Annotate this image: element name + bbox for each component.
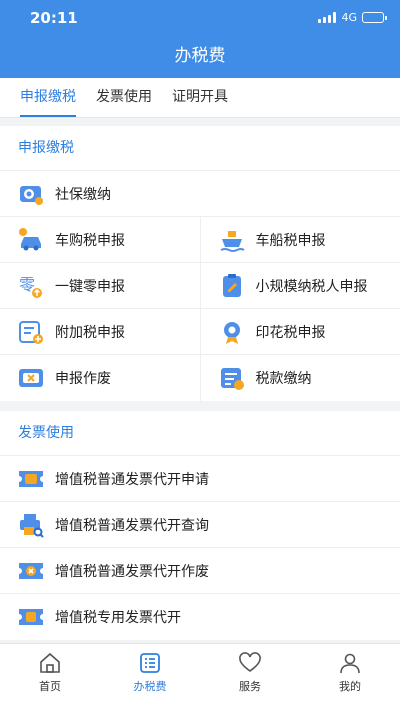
item-vehicle-purchase-tax[interactable]: 车购税申报 [0,217,200,262]
nav-label: 服务 [239,680,261,693]
list-row: 增值税普通发票代开查询 [0,502,400,548]
tab-certificate[interactable]: 证明开具 [164,78,236,117]
nav-tax[interactable]: 办税费 [100,644,200,711]
network-type: 4G [341,11,357,24]
item-label: 一键零申报 [55,278,125,295]
item-social-insurance[interactable]: 社保缴纳 [0,171,400,216]
list-row: 车购税申报 车船税申报 [0,217,400,263]
item-tax-payment[interactable]: 税款缴纳 [199,355,400,401]
nav-mine[interactable]: 我的 [300,644,400,711]
item-vehicle-vessel-tax[interactable]: 车船税申报 [199,217,400,262]
void-icon [19,369,43,387]
status-time: 20:11 [30,9,78,27]
item-label: 增值税普通发票代开申请 [55,471,209,488]
nav-home[interactable]: 首页 [0,644,100,711]
stamp-icon [223,321,240,344]
tab-bar: 申报缴税 发票使用 证明开具 [0,78,400,118]
list-row: 社保缴纳 [0,171,400,217]
list-icon [140,653,160,673]
item-vat-special-issue[interactable]: 增值税专用发票代开 [0,594,400,640]
item-vat-issue-void[interactable]: 增值税普通发票代开作废 [0,548,400,593]
main-content: 申报缴税 社保缴纳 车购税申报 车船税申报 零 一键零申报 小规模纳税人申报 附… [0,126,400,650]
home-icon [40,652,60,673]
tab-declare[interactable]: 申报缴税 [12,78,84,117]
section-invoice: 发票使用 增值税普通发票代开申请 增值税普通发票代开查询 增值税普通发票代开作废… [0,411,400,640]
item-label: 税款缴纳 [255,371,312,387]
status-right: 4G [318,11,387,24]
car-icon [19,227,41,250]
item-label: 附加税申报 [55,324,125,341]
status-bar: 20:11 4G [0,0,400,34]
social-insurance-icon [20,185,43,205]
nav-label: 首页 [39,680,61,693]
special-ticket-icon [19,609,43,625]
item-label: 车船税申报 [255,232,326,249]
battery-icon [362,12,387,23]
list-row: 附加税申报 印花税申报 [0,309,400,355]
ticket-void-icon [19,562,43,579]
clipboard-icon [222,273,241,297]
tax-bill-icon [220,368,244,390]
zero-declare-icon: 零 [19,275,42,298]
item-label: 车购税申报 [55,232,125,249]
item-surtax[interactable]: 附加税申报 [0,309,200,354]
list-row: 增值税专用发票代开 [0,594,400,640]
item-label: 申报作废 [55,371,111,387]
item-vat-issue-query[interactable]: 增值税普通发票代开查询 [0,502,400,547]
item-zero-declaration[interactable]: 零 一键零申报 [0,263,200,308]
ticket-icon [19,470,43,487]
tab-invoice[interactable]: 发票使用 [88,78,160,117]
list-row: 零 一键零申报 小规模纳税人申报 [0,263,400,309]
item-vat-issue-apply[interactable]: 增值税普通发票代开申请 [0,456,400,501]
page-title: 办税费 [0,34,400,78]
item-label: 增值税专用发票代开 [55,610,181,626]
nav-label: 办税费 [133,680,167,693]
ship-icon [220,230,245,252]
bottom-nav: 首页 办税费 服务 我的 [0,643,400,711]
signal-icon [318,12,337,23]
item-stamp-tax[interactable]: 印花税申报 [199,309,400,354]
heart-icon [239,652,261,672]
section-declare: 申报缴税 社保缴纳 车购税申报 车船税申报 零 一键零申报 小规模纳税人申报 附… [0,126,400,401]
item-small-taxpayer[interactable]: 小规模纳税人申报 [199,263,400,308]
section-title: 申报缴税 [0,126,400,171]
item-label: 增值税普通发票代开查询 [55,517,209,534]
item-declaration-void[interactable]: 申报作废 [0,355,200,401]
list-row: 增值税普通发票代开申请 [0,456,400,502]
user-icon [340,653,360,674]
item-label: 印花税申报 [255,324,326,341]
nav-label: 我的 [339,680,361,693]
item-label: 社保缴纳 [55,186,111,203]
item-label: 增值税普通发票代开作废 [55,563,209,580]
printer-search-icon [20,513,44,538]
item-label: 小规模纳税人申报 [255,278,368,295]
add-document-icon [19,320,43,344]
list-row: 申报作废 税款缴纳 [0,355,400,401]
section-title: 发票使用 [0,411,400,456]
list-row: 增值税普通发票代开作废 [0,548,400,594]
nav-service[interactable]: 服务 [200,644,300,711]
